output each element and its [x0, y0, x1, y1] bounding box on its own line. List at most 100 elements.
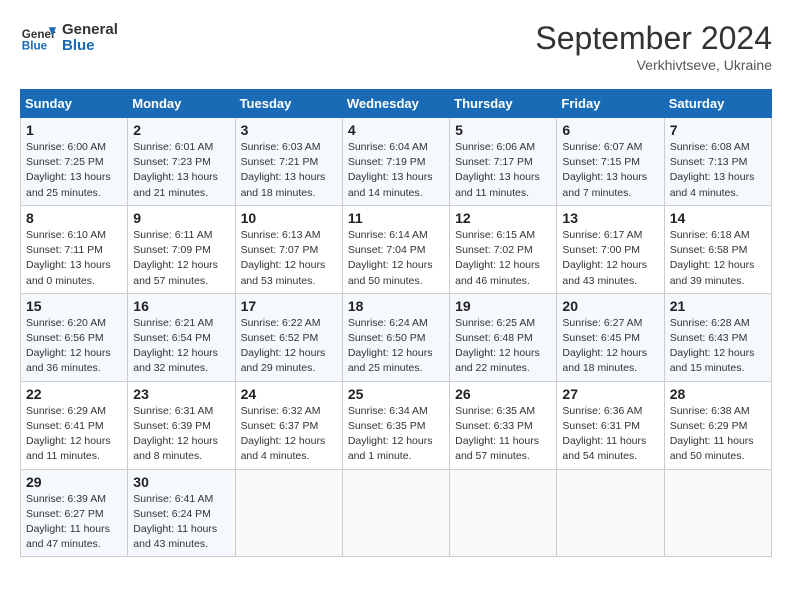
day-detail: Sunrise: 6:24 AMSunset: 6:50 PMDaylight:…	[348, 316, 444, 377]
calendar-week-row: 29 Sunrise: 6:39 AMSunset: 6:27 PMDaylig…	[21, 469, 772, 557]
day-number: 8	[26, 210, 122, 226]
calendar-day-cell: 17 Sunrise: 6:22 AMSunset: 6:52 PMDaylig…	[235, 293, 342, 381]
day-number: 6	[562, 122, 658, 138]
day-number: 11	[348, 210, 444, 226]
calendar-day-cell: 26 Sunrise: 6:35 AMSunset: 6:33 PMDaylig…	[450, 381, 557, 469]
calendar-day-cell: 2 Sunrise: 6:01 AMSunset: 7:23 PMDayligh…	[128, 118, 235, 206]
calendar-day-cell: 22 Sunrise: 6:29 AMSunset: 6:41 PMDaylig…	[21, 381, 128, 469]
page-header: General Blue General Blue September 2024…	[20, 20, 772, 73]
calendar-body: 1 Sunrise: 6:00 AMSunset: 7:25 PMDayligh…	[21, 118, 772, 557]
day-detail: Sunrise: 6:21 AMSunset: 6:54 PMDaylight:…	[133, 316, 229, 377]
day-number: 29	[26, 474, 122, 490]
day-detail: Sunrise: 6:25 AMSunset: 6:48 PMDaylight:…	[455, 316, 551, 377]
calendar-week-row: 15 Sunrise: 6:20 AMSunset: 6:56 PMDaylig…	[21, 293, 772, 381]
day-number: 15	[26, 298, 122, 314]
calendar-week-row: 1 Sunrise: 6:00 AMSunset: 7:25 PMDayligh…	[21, 118, 772, 206]
day-number: 30	[133, 474, 229, 490]
day-detail: Sunrise: 6:32 AMSunset: 6:37 PMDaylight:…	[241, 404, 337, 465]
day-detail: Sunrise: 6:14 AMSunset: 7:04 PMDaylight:…	[348, 228, 444, 289]
calendar-day-cell	[664, 469, 771, 557]
day-detail: Sunrise: 6:18 AMSunset: 6:58 PMDaylight:…	[670, 228, 766, 289]
calendar-day-cell: 24 Sunrise: 6:32 AMSunset: 6:37 PMDaylig…	[235, 381, 342, 469]
calendar-day-cell: 30 Sunrise: 6:41 AMSunset: 6:24 PMDaylig…	[128, 469, 235, 557]
day-number: 26	[455, 386, 551, 402]
day-number: 20	[562, 298, 658, 314]
day-detail: Sunrise: 6:20 AMSunset: 6:56 PMDaylight:…	[26, 316, 122, 377]
logo-line1: General	[62, 22, 118, 39]
calendar-day-cell	[342, 469, 449, 557]
calendar-day-cell: 12 Sunrise: 6:15 AMSunset: 7:02 PMDaylig…	[450, 205, 557, 293]
day-number: 23	[133, 386, 229, 402]
calendar-day-cell	[235, 469, 342, 557]
calendar-week-row: 8 Sunrise: 6:10 AMSunset: 7:11 PMDayligh…	[21, 205, 772, 293]
day-number: 1	[26, 122, 122, 138]
calendar-day-cell: 20 Sunrise: 6:27 AMSunset: 6:45 PMDaylig…	[557, 293, 664, 381]
day-number: 12	[455, 210, 551, 226]
day-detail: Sunrise: 6:27 AMSunset: 6:45 PMDaylight:…	[562, 316, 658, 377]
day-number: 5	[455, 122, 551, 138]
day-detail: Sunrise: 6:10 AMSunset: 7:11 PMDaylight:…	[26, 228, 122, 289]
calendar-day-cell: 13 Sunrise: 6:17 AMSunset: 7:00 PMDaylig…	[557, 205, 664, 293]
day-number: 4	[348, 122, 444, 138]
calendar-day-cell: 8 Sunrise: 6:10 AMSunset: 7:11 PMDayligh…	[21, 205, 128, 293]
day-detail: Sunrise: 6:15 AMSunset: 7:02 PMDaylight:…	[455, 228, 551, 289]
calendar-table: SundayMondayTuesdayWednesdayThursdayFrid…	[20, 89, 772, 557]
weekday-header-tuesday: Tuesday	[235, 90, 342, 118]
day-number: 25	[348, 386, 444, 402]
calendar-day-cell: 7 Sunrise: 6:08 AMSunset: 7:13 PMDayligh…	[664, 118, 771, 206]
day-number: 3	[241, 122, 337, 138]
day-detail: Sunrise: 6:41 AMSunset: 6:24 PMDaylight:…	[133, 492, 229, 553]
location-subtitle: Verkhivtseve, Ukraine	[535, 57, 772, 73]
logo-icon: General Blue	[20, 20, 56, 56]
day-number: 10	[241, 210, 337, 226]
calendar-day-cell: 25 Sunrise: 6:34 AMSunset: 6:35 PMDaylig…	[342, 381, 449, 469]
day-number: 27	[562, 386, 658, 402]
svg-text:Blue: Blue	[22, 40, 48, 53]
day-number: 24	[241, 386, 337, 402]
calendar-day-cell: 19 Sunrise: 6:25 AMSunset: 6:48 PMDaylig…	[450, 293, 557, 381]
day-detail: Sunrise: 6:35 AMSunset: 6:33 PMDaylight:…	[455, 404, 551, 465]
day-number: 21	[670, 298, 766, 314]
calendar-day-cell: 28 Sunrise: 6:38 AMSunset: 6:29 PMDaylig…	[664, 381, 771, 469]
day-number: 19	[455, 298, 551, 314]
calendar-day-cell: 1 Sunrise: 6:00 AMSunset: 7:25 PMDayligh…	[21, 118, 128, 206]
weekday-header-row: SundayMondayTuesdayWednesdayThursdayFrid…	[21, 90, 772, 118]
calendar-day-cell: 5 Sunrise: 6:06 AMSunset: 7:17 PMDayligh…	[450, 118, 557, 206]
calendar-day-cell: 27 Sunrise: 6:36 AMSunset: 6:31 PMDaylig…	[557, 381, 664, 469]
calendar-day-cell: 11 Sunrise: 6:14 AMSunset: 7:04 PMDaylig…	[342, 205, 449, 293]
day-number: 22	[26, 386, 122, 402]
day-detail: Sunrise: 6:38 AMSunset: 6:29 PMDaylight:…	[670, 404, 766, 465]
calendar-day-cell: 14 Sunrise: 6:18 AMSunset: 6:58 PMDaylig…	[664, 205, 771, 293]
title-block: September 2024 Verkhivtseve, Ukraine	[535, 20, 772, 73]
day-detail: Sunrise: 6:34 AMSunset: 6:35 PMDaylight:…	[348, 404, 444, 465]
calendar-day-cell: 16 Sunrise: 6:21 AMSunset: 6:54 PMDaylig…	[128, 293, 235, 381]
calendar-day-cell: 21 Sunrise: 6:28 AMSunset: 6:43 PMDaylig…	[664, 293, 771, 381]
calendar-week-row: 22 Sunrise: 6:29 AMSunset: 6:41 PMDaylig…	[21, 381, 772, 469]
day-detail: Sunrise: 6:36 AMSunset: 6:31 PMDaylight:…	[562, 404, 658, 465]
calendar-day-cell: 10 Sunrise: 6:13 AMSunset: 7:07 PMDaylig…	[235, 205, 342, 293]
day-detail: Sunrise: 6:17 AMSunset: 7:00 PMDaylight:…	[562, 228, 658, 289]
calendar-day-cell: 6 Sunrise: 6:07 AMSunset: 7:15 PMDayligh…	[557, 118, 664, 206]
logo-line2: Blue	[62, 38, 118, 55]
day-number: 17	[241, 298, 337, 314]
day-number: 13	[562, 210, 658, 226]
weekday-header-friday: Friday	[557, 90, 664, 118]
day-detail: Sunrise: 6:22 AMSunset: 6:52 PMDaylight:…	[241, 316, 337, 377]
day-detail: Sunrise: 6:08 AMSunset: 7:13 PMDaylight:…	[670, 140, 766, 201]
weekday-header-monday: Monday	[128, 90, 235, 118]
calendar-day-cell: 18 Sunrise: 6:24 AMSunset: 6:50 PMDaylig…	[342, 293, 449, 381]
day-detail: Sunrise: 6:31 AMSunset: 6:39 PMDaylight:…	[133, 404, 229, 465]
logo: General Blue General Blue	[20, 20, 118, 56]
day-detail: Sunrise: 6:28 AMSunset: 6:43 PMDaylight:…	[670, 316, 766, 377]
day-detail: Sunrise: 6:00 AMSunset: 7:25 PMDaylight:…	[26, 140, 122, 201]
day-detail: Sunrise: 6:01 AMSunset: 7:23 PMDaylight:…	[133, 140, 229, 201]
weekday-header-sunday: Sunday	[21, 90, 128, 118]
day-detail: Sunrise: 6:06 AMSunset: 7:17 PMDaylight:…	[455, 140, 551, 201]
day-number: 2	[133, 122, 229, 138]
calendar-day-cell: 4 Sunrise: 6:04 AMSunset: 7:19 PMDayligh…	[342, 118, 449, 206]
calendar-day-cell: 15 Sunrise: 6:20 AMSunset: 6:56 PMDaylig…	[21, 293, 128, 381]
day-number: 28	[670, 386, 766, 402]
day-detail: Sunrise: 6:13 AMSunset: 7:07 PMDaylight:…	[241, 228, 337, 289]
day-number: 14	[670, 210, 766, 226]
day-detail: Sunrise: 6:03 AMSunset: 7:21 PMDaylight:…	[241, 140, 337, 201]
